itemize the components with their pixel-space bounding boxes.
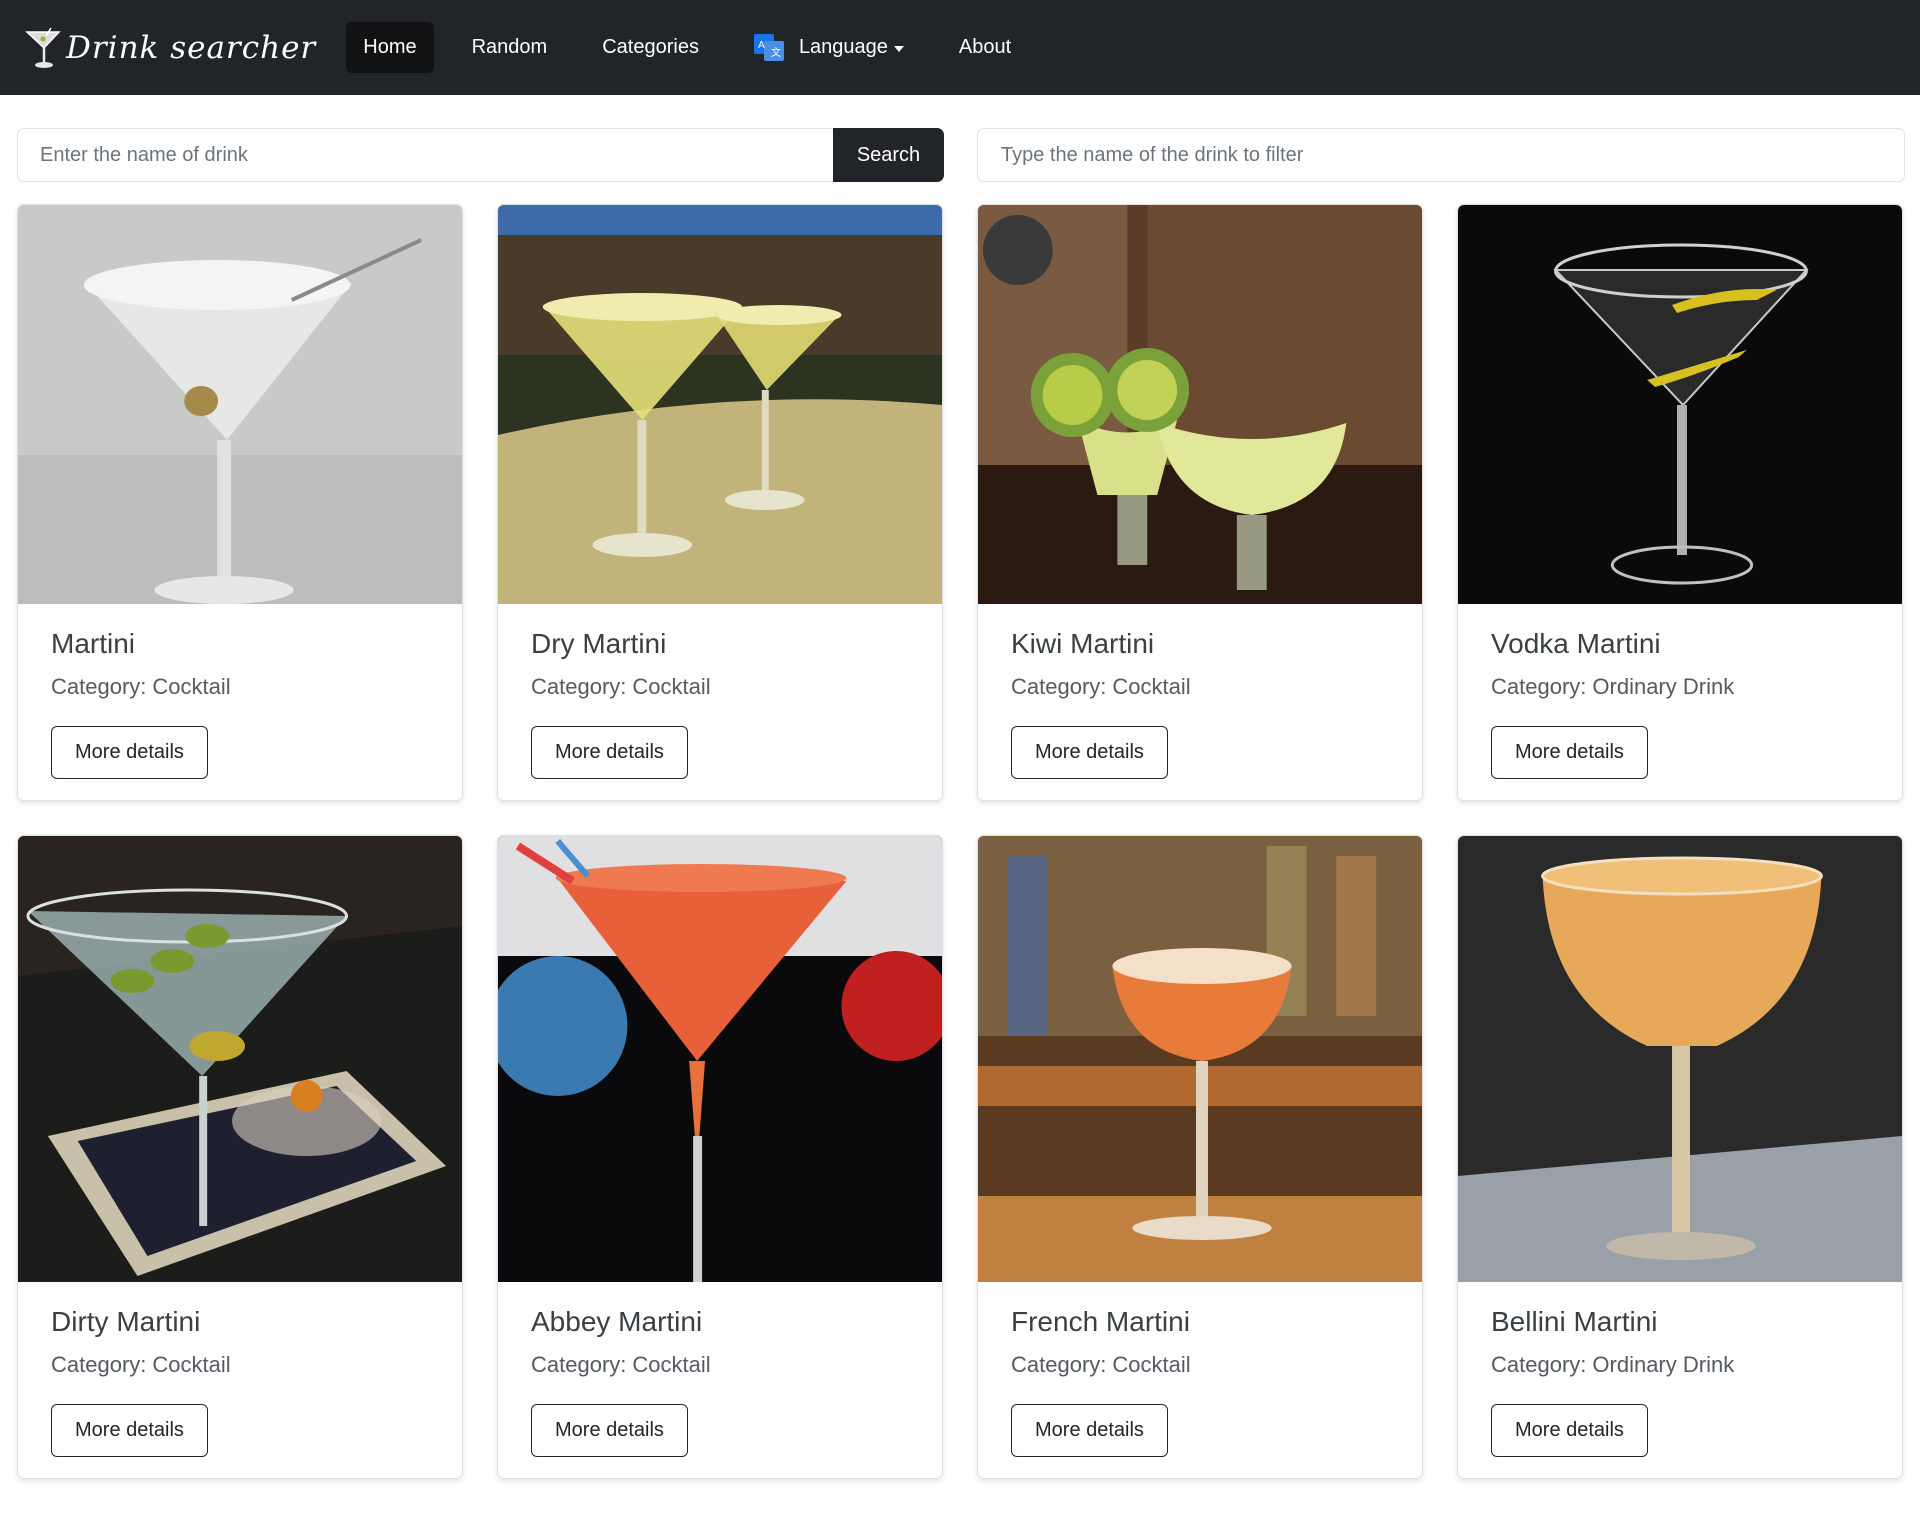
nav-about-label: About — [958, 36, 1012, 58]
search-group: Search — [17, 128, 944, 182]
drink-category: Category: Cocktail — [1011, 672, 1389, 702]
drink-image — [18, 836, 462, 1282]
card-body: French Martini Category: Cocktail More de… — [978, 1282, 1422, 1457]
search-button[interactable]: Search — [833, 128, 944, 182]
category-label: Category: — [1491, 1352, 1587, 1377]
nav-home-label: Home — [363, 36, 417, 58]
category-value: Ordinary Drink — [1592, 1352, 1735, 1377]
filter-input[interactable] — [977, 128, 1905, 182]
drink-card: Kiwi Martini Category: Cocktail More deta… — [977, 204, 1423, 801]
category-label: Category: — [1011, 674, 1107, 699]
drink-category: Category: Cocktail — [531, 1350, 909, 1380]
card-body: Dirty Martini Category: Cocktail More det… — [18, 1282, 462, 1457]
drink-card: Dry Martini Category: Cocktail More detai… — [497, 204, 943, 801]
drink-image — [498, 836, 942, 1282]
more-details-button[interactable]: More details — [531, 1404, 688, 1457]
nav-home[interactable]: Home — [346, 22, 434, 73]
card-body: Bellini Martini Category: Ordinary Drink … — [1458, 1282, 1902, 1457]
category-value: Cocktail — [632, 674, 711, 699]
category-label: Category: — [1011, 1352, 1107, 1377]
drink-name: Dry Martini — [531, 628, 667, 659]
category-value: Cocktail — [1112, 674, 1191, 699]
more-details-button[interactable]: More details — [1011, 1404, 1168, 1457]
drink-image — [978, 836, 1422, 1282]
category-value: Cocktail — [152, 674, 231, 699]
svg-text:A: A — [758, 40, 765, 51]
drink-image — [498, 205, 942, 604]
more-details-button[interactable]: More details — [51, 726, 208, 779]
drink-image — [978, 205, 1422, 604]
drink-card: Dirty Martini Category: Cocktail More det… — [17, 835, 463, 1479]
nav-categories-label: Categories — [602, 36, 699, 58]
more-details-button[interactable]: More details — [1011, 726, 1168, 779]
drink-category: Category: Cocktail — [531, 672, 909, 702]
drink-category: Category: Cocktail — [1011, 1350, 1389, 1380]
card-body: Abbey Martini Category: Cocktail More det… — [498, 1282, 942, 1457]
drink-category: Category: Cocktail — [51, 672, 429, 702]
drink-name: Bellini Martini — [1491, 1306, 1658, 1337]
category-label: Category: — [531, 1352, 627, 1377]
card-body: Vodka Martini Category: Ordinary Drink Mo… — [1458, 604, 1902, 779]
drink-category: Category: Ordinary Drink — [1491, 672, 1869, 702]
drink-image — [1458, 205, 1902, 604]
more-details-button[interactable]: More details — [1491, 726, 1648, 779]
more-details-button[interactable]: More details — [51, 1404, 208, 1457]
drink-name: French Martini — [1011, 1306, 1190, 1337]
category-label: Category: — [1491, 674, 1587, 699]
drink-grid: Martini Category:Cocktail More details — [17, 204, 1905, 1479]
category-label: Category: — [51, 674, 147, 699]
brand[interactable]: Drink searcher — [24, 26, 316, 70]
navbar: Drink searcher Home Random Categories A … — [0, 0, 1920, 95]
drink-name: Vodka Martini — [1491, 628, 1661, 659]
drink-name: Abbey Martini — [531, 1306, 703, 1337]
more-details-button[interactable]: More details — [1491, 1404, 1648, 1457]
card-body: Kiwi Martini Category: Cocktail More deta… — [978, 604, 1422, 779]
drink-name: Martini — [51, 628, 136, 659]
nav-random-label: Random — [471, 36, 548, 58]
drink-image — [18, 205, 462, 604]
drink-category: Category: Cocktail — [51, 1350, 429, 1380]
drink-name: Kiwi Martini — [1011, 628, 1155, 659]
search-input[interactable] — [17, 128, 833, 182]
drink-card: Martini Category: Cocktail More details — [17, 204, 463, 801]
category-label: Category: — [531, 674, 627, 699]
brand-name: Drink searcher — [66, 29, 317, 66]
card-body: Martini Category: Cocktail More details — [18, 604, 462, 779]
drink-image — [1458, 836, 1902, 1282]
search-row: Search — [17, 128, 1905, 182]
nav-about[interactable]: About — [942, 22, 1028, 73]
svg-text:文: 文 — [771, 46, 781, 59]
nav-random[interactable]: Random — [455, 22, 565, 73]
translate-icon: A 文 — [753, 34, 784, 61]
category-label: Category: — [51, 1352, 147, 1377]
category-value: Cocktail — [152, 1352, 231, 1377]
martini-glass-icon — [25, 27, 61, 68]
card-body: Dry Martini Category: Cocktail More detai… — [498, 604, 942, 779]
drink-card: Abbey Martini Category: Cocktail More det… — [497, 835, 943, 1479]
nav-categories[interactable]: Categories — [585, 22, 716, 73]
more-details-button[interactable]: More details — [531, 726, 688, 779]
drink-card: French Martini Category: Cocktail More de… — [977, 835, 1423, 1479]
drink-name: Dirty Martini — [51, 1306, 201, 1337]
nav-language-label: Language — [798, 36, 888, 58]
caret-down-icon — [893, 45, 904, 52]
drink-card: Bellini Martini Category: Ordinary Drink … — [1457, 835, 1903, 1479]
nav-language-dropdown[interactable]: A 文 Language — [737, 22, 921, 73]
drink-card: Vodka Martini Category: Ordinary Drink Mo… — [1457, 204, 1903, 801]
category-value: Ordinary Drink — [1592, 674, 1735, 699]
category-value: Cocktail — [1112, 1352, 1191, 1377]
drink-category: Category: Ordinary Drink — [1491, 1350, 1869, 1380]
category-value: Cocktail — [632, 1352, 711, 1377]
